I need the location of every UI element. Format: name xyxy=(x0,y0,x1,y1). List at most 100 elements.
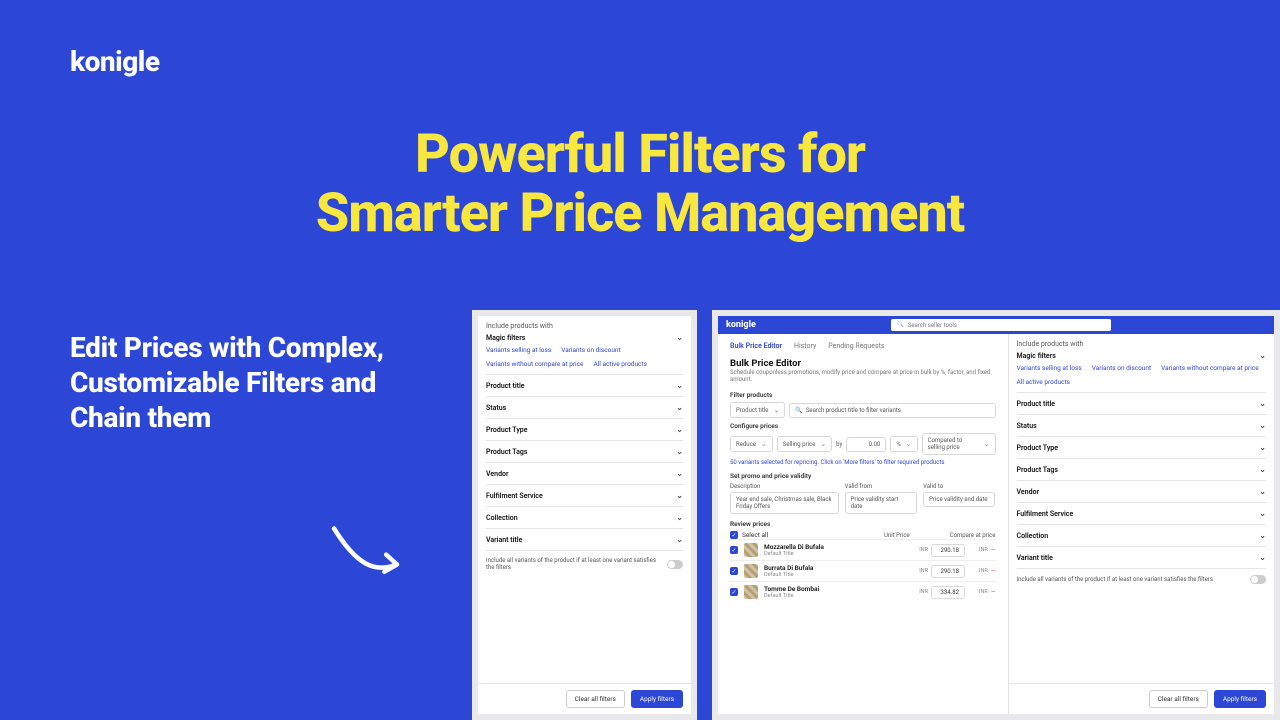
filters-panel-side: Include products with Magic filters Vari… xyxy=(1008,334,1275,714)
selection-info: 50 variants selected for repricing. Clic… xyxy=(730,459,996,466)
price-type-select[interactable]: Selling price xyxy=(777,436,832,452)
description-label: Description xyxy=(730,483,839,490)
filter-group-label: Collection xyxy=(1017,532,1049,540)
filter-search-placeholder: Search product title to filter variants xyxy=(806,407,901,414)
valid-from-label: Valid from xyxy=(845,483,917,490)
magic-link[interactable]: Variants selling at loss xyxy=(486,346,551,354)
include-variants-toggle[interactable] xyxy=(667,560,683,569)
include-variants-toggle[interactable] xyxy=(1250,575,1266,584)
filter-group-label: Variant title xyxy=(486,536,522,544)
filter-group-label: Product Tags xyxy=(1017,466,1058,474)
unit-price-input[interactable]: 334.82 xyxy=(931,586,965,599)
include-variants-note: Include all variants of the product if a… xyxy=(486,557,661,571)
page-title: Bulk Price Editor xyxy=(730,358,996,369)
validity-label: Set promo and price validity xyxy=(730,472,996,480)
chevron-down-icon xyxy=(1259,443,1266,452)
filter-group-label: Product title xyxy=(1017,400,1056,408)
apply-filters-button[interactable]: Apply filters xyxy=(1214,690,1266,708)
magic-filters-toggle[interactable]: Magic filters xyxy=(486,333,683,342)
select-all-checkbox[interactable] xyxy=(730,531,738,539)
chevron-down-icon xyxy=(676,491,683,500)
filter-group[interactable]: Variant title xyxy=(486,528,683,550)
magic-link[interactable]: Variants on discount xyxy=(561,346,620,354)
col-compare-price: Compare at price xyxy=(950,532,996,539)
filter-group[interactable]: Collection xyxy=(1017,524,1267,546)
tab-history[interactable]: History xyxy=(794,342,816,350)
product-variant: Default Title xyxy=(764,572,813,578)
product-thumb xyxy=(744,543,758,557)
filter-group[interactable]: Fulfilment Service xyxy=(486,484,683,506)
currency-label: INR xyxy=(919,589,928,595)
select-all-label: Select all xyxy=(742,531,768,539)
valid-from-input[interactable]: Price validity start date xyxy=(845,492,917,514)
compared-select[interactable]: Compared to selling price xyxy=(922,433,996,455)
product-thumb xyxy=(744,564,758,578)
product-variant: Default Title xyxy=(764,551,824,557)
filter-group-label: Product Type xyxy=(1017,444,1059,452)
magic-link[interactable]: Variants selling at loss xyxy=(1017,364,1082,372)
description-input[interactable]: Year end sale, Christmas sale, Black Fri… xyxy=(730,492,839,514)
filter-group[interactable]: Status xyxy=(1017,414,1267,436)
compare-price-empty: — xyxy=(991,568,996,575)
filter-group[interactable]: Vendor xyxy=(1017,480,1267,502)
filter-group[interactable]: Collection xyxy=(486,506,683,528)
currency-label: INR xyxy=(979,589,988,595)
filter-group[interactable]: Product Tags xyxy=(486,440,683,462)
tab-pending[interactable]: Pending Requests xyxy=(828,342,884,350)
clear-filters-button[interactable]: Clear all filters xyxy=(1149,690,1208,708)
product-row: Tomme De BombaiDefault Title INR334.82 I… xyxy=(730,581,996,602)
filter-group-label: Fulfilment Service xyxy=(486,492,543,500)
unit-price-input[interactable]: 290.18 xyxy=(931,565,965,578)
filter-group[interactable]: Product Type xyxy=(486,418,683,440)
magic-link[interactable]: Variants on discount xyxy=(1092,364,1151,372)
tab-bulk-editor[interactable]: Bulk Price Editor xyxy=(730,342,782,350)
chevron-down-icon xyxy=(676,513,683,522)
filter-group[interactable]: Product Tags xyxy=(1017,458,1267,480)
product-name: Mozzarella Di Bufala xyxy=(764,543,824,551)
magic-link[interactable]: All active products xyxy=(593,360,646,368)
filter-group-label: Product Tags xyxy=(486,448,527,456)
action-select[interactable]: Reduce xyxy=(730,436,773,452)
product-row: Burrata Di BufalaDefault Title INR290.18… xyxy=(730,560,996,581)
valid-to-input[interactable]: Price validity end date xyxy=(923,492,995,507)
filter-group[interactable]: Fulfilment Service xyxy=(1017,502,1267,524)
row-checkbox[interactable] xyxy=(730,588,738,596)
arrow-icon xyxy=(325,515,415,605)
clear-filters-button[interactable]: Clear all filters xyxy=(566,690,625,708)
row-checkbox[interactable] xyxy=(730,567,738,575)
filter-search-input[interactable]: 🔍 Search product title to filter variant… xyxy=(789,403,995,418)
chevron-down-icon xyxy=(676,403,683,412)
filter-products-label: Filter products xyxy=(730,391,996,399)
magic-link[interactable]: Variants without compare at price xyxy=(1161,364,1258,372)
filter-group[interactable]: Variant title xyxy=(1017,546,1267,568)
product-name: Tomme De Bombai xyxy=(764,585,819,593)
amount-input[interactable]: 0.00 xyxy=(846,437,886,452)
filter-group-label: Fulfilment Service xyxy=(1017,510,1074,518)
apply-filters-button[interactable]: Apply filters xyxy=(631,690,683,708)
row-checkbox[interactable] xyxy=(730,546,738,554)
filter-group[interactable]: Product Type xyxy=(1017,436,1267,458)
magic-filters-label: Magic filters xyxy=(486,334,525,342)
magic-link[interactable]: Variants without compare at price xyxy=(486,360,583,368)
filter-group[interactable]: Product title xyxy=(486,374,683,396)
product-thumb xyxy=(744,585,758,599)
filter-group-label: Variant title xyxy=(1017,554,1053,562)
chevron-down-icon xyxy=(1259,487,1266,496)
configure-prices-label: Configure prices xyxy=(730,422,996,430)
compare-price-empty: — xyxy=(991,589,996,596)
chevron-down-icon xyxy=(1259,465,1266,474)
app-panel: konigle Search seller tools Bulk Price E… xyxy=(712,310,1280,720)
unit-select[interactable]: % xyxy=(890,436,917,452)
filter-group[interactable]: Vendor xyxy=(486,462,683,484)
chevron-down-icon xyxy=(676,381,683,390)
unit-price-input[interactable]: 290.18 xyxy=(931,544,965,557)
chevron-down-icon xyxy=(676,425,683,434)
chevron-down-icon xyxy=(1259,351,1266,360)
magic-filters-toggle[interactable]: Magic filters xyxy=(1017,351,1267,360)
magic-link[interactable]: All active products xyxy=(1017,378,1070,386)
filter-group[interactable]: Product title xyxy=(1017,392,1267,414)
filter-field-select[interactable]: Product title xyxy=(730,402,785,418)
filter-group[interactable]: Status xyxy=(486,396,683,418)
filter-group-label: Collection xyxy=(486,514,518,522)
search-input[interactable]: Search seller tools xyxy=(891,319,1111,331)
